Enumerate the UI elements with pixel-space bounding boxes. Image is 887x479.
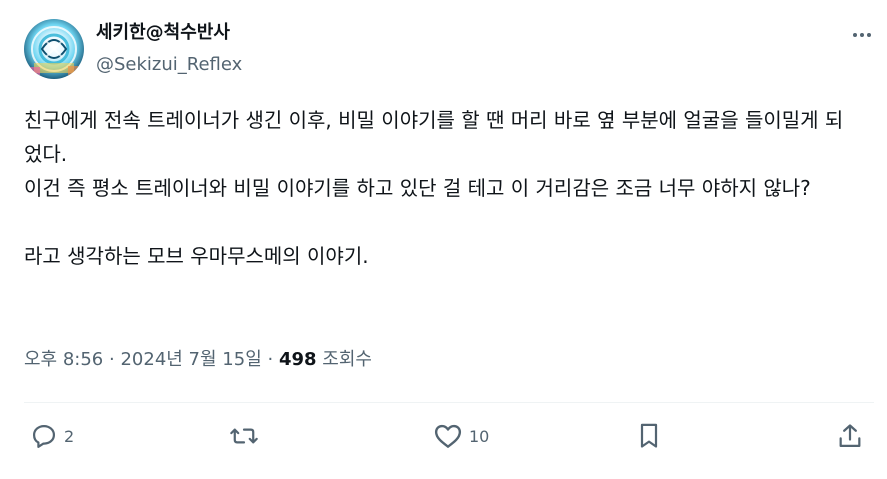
meta-separator: ·	[109, 349, 115, 370]
bookmark-button[interactable]	[636, 418, 662, 454]
meta-separator: ·	[267, 349, 274, 370]
share-button[interactable]	[837, 418, 863, 454]
retweet-button[interactable]	[229, 418, 265, 454]
reply-count: 2	[64, 426, 75, 446]
reply-button[interactable]: 2	[30, 418, 74, 454]
more-button[interactable]	[850, 23, 874, 47]
avatar[interactable]	[24, 19, 84, 79]
reply-icon	[32, 424, 56, 448]
author-name[interactable]: 세키한@척수반사	[96, 19, 230, 47]
tweet-date[interactable]: 2024년 7월 15일	[120, 349, 261, 370]
divider	[24, 402, 874, 403]
retweet-icon	[230, 428, 258, 444]
like-button[interactable]: 10	[433, 418, 489, 454]
bookmark-icon	[640, 423, 658, 448]
views-count: 498	[278, 349, 317, 370]
views-label: 조회수	[322, 349, 372, 370]
tweet-header: 세키한@척수반사 @Sekizui_Reflex	[24, 17, 874, 81]
author-handle[interactable]: @Sekizui_Reflex	[96, 51, 242, 79]
more-dots-icon	[853, 33, 871, 37]
heart-icon	[434, 424, 462, 448]
tweet-meta: 오후 8:56 · 2024년 7월 15일 · 498 조회수	[24, 346, 372, 374]
tweet-time[interactable]: 오후 8:56	[24, 349, 103, 370]
action-bar: 2 10	[24, 418, 874, 454]
avatar-art-icon	[30, 26, 78, 75]
share-icon	[839, 424, 861, 448]
tweet-text: 친구에게 전속 트레이너가 생긴 이후, 비밀 이야기를 할 땐 머리 바로 옆…	[24, 108, 844, 268]
like-count: 10	[469, 426, 490, 446]
